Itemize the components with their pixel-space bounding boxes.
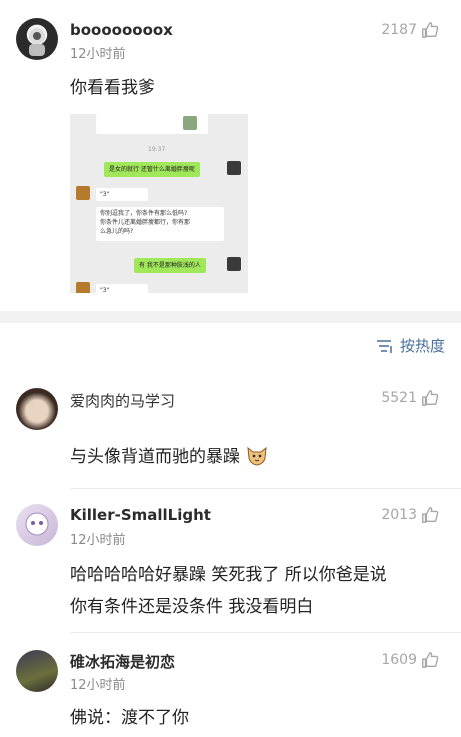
avatar[interactable] — [16, 388, 58, 430]
sort-icon — [376, 339, 392, 353]
like-count: 2187 — [381, 22, 417, 38]
cat-emoji-icon — [247, 446, 268, 466]
thumbs-up-icon — [422, 390, 439, 406]
post-text: 你看看我爹 — [70, 78, 155, 98]
avatar[interactable] — [16, 650, 58, 692]
comment-text: 与头像背道而驰的暴躁 — [70, 443, 269, 471]
like-count: 1609 — [381, 652, 417, 668]
chat-reply: 你别逗我了，你条件有那么低吗? 你条件儿还离婚胖瘦都行，你有那 么急儿的吗? — [96, 207, 224, 241]
avatar[interactable] — [16, 18, 58, 60]
chat-avatar — [227, 257, 241, 271]
comment-time: 12小时前 — [70, 533, 126, 548]
comment-time: 12小时前 — [70, 678, 126, 693]
thumbs-up-icon — [422, 507, 439, 523]
post-username[interactable]: boooooooox — [70, 21, 173, 39]
anime-avatar-icon — [25, 512, 49, 536]
sort-label: 按热度 — [399, 337, 445, 355]
chat-avatar — [76, 282, 90, 293]
like-button[interactable]: 1609 — [381, 651, 439, 669]
like-count: 5521 — [381, 390, 417, 406]
chat-avatar — [76, 186, 90, 200]
chat-timestamp: 19:37 — [148, 146, 166, 153]
chat-voice: "3" — [96, 188, 148, 201]
comment-text: 哈哈哈哈哈好暴躁 笑死我了 所以你爸是说 你有条件还是没条件 我没看明白 — [70, 565, 387, 617]
chat-message: 是女的就行 还管什么离婚胖瘦呢 — [104, 162, 200, 177]
like-button[interactable]: 5521 — [381, 389, 439, 407]
avatar[interactable] — [16, 504, 58, 546]
chat-message: 有 我不是那种肤浅的人 — [134, 258, 206, 273]
comment-divider — [70, 632, 461, 633]
comment-text: 佛说：渡不了你 — [70, 708, 189, 728]
astronaut-avatar-icon — [29, 28, 45, 56]
like-count: 2013 — [381, 507, 417, 523]
post-time: 12小时前 — [70, 47, 126, 62]
sort-by-hot-button[interactable]: 按热度 — [376, 335, 445, 356]
chat-avatar — [227, 161, 241, 175]
thumbs-up-icon — [422, 652, 439, 668]
comment-divider — [70, 488, 461, 489]
post-image[interactable]: 19:37 是女的就行 还管什么离婚胖瘦呢 "3" 你别逗我了，你条件有那么低吗… — [70, 114, 248, 293]
thumbs-up-icon — [422, 22, 439, 38]
section-divider — [0, 311, 461, 323]
comment-username[interactable]: 爱肉肉的马学习 — [70, 390, 175, 411]
comment-username[interactable]: Killer-SmallLight — [70, 506, 211, 524]
like-button[interactable]: 2013 — [381, 506, 439, 524]
like-button[interactable]: 2187 — [381, 21, 439, 39]
comment-username[interactable]: 碓冰拓海是初恋 — [70, 651, 175, 672]
chat-voice: "3" — [96, 284, 148, 293]
